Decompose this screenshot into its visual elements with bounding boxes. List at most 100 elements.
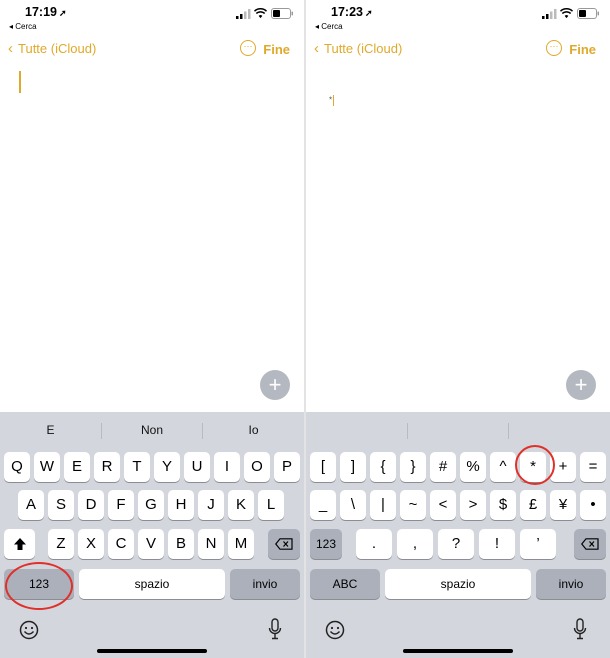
back-to-app-link[interactable]: ◂ Cerca bbox=[315, 22, 343, 31]
key[interactable]: V bbox=[138, 529, 164, 559]
key[interactable]: L bbox=[258, 490, 284, 520]
key[interactable]: * bbox=[520, 452, 546, 482]
space-key[interactable]: spazio bbox=[79, 569, 225, 599]
key[interactable]: ? bbox=[438, 529, 474, 559]
key[interactable]: X bbox=[78, 529, 104, 559]
key[interactable]: T bbox=[124, 452, 150, 482]
key[interactable]: + bbox=[550, 452, 576, 482]
done-button[interactable]: Fine bbox=[569, 42, 596, 57]
navigation-bar: ‹ Tutte (iCloud) ··· Fine bbox=[0, 36, 304, 62]
key[interactable]: ~ bbox=[400, 490, 426, 520]
navigation-bar: ‹ Tutte (iCloud) ··· Fine bbox=[306, 36, 610, 62]
key[interactable]: U bbox=[184, 452, 210, 482]
key[interactable]: O bbox=[244, 452, 270, 482]
letters-key[interactable]: ABC bbox=[310, 569, 380, 599]
numbers-mode-key[interactable]: 123 bbox=[310, 529, 342, 559]
key[interactable]: D bbox=[78, 490, 104, 520]
space-key[interactable]: spazio bbox=[385, 569, 531, 599]
key[interactable]: F bbox=[108, 490, 134, 520]
location-arrow-icon: ➚ bbox=[58, 8, 67, 18]
delete-key[interactable] bbox=[268, 529, 300, 559]
battery-icon bbox=[577, 8, 599, 19]
key[interactable]: ¥ bbox=[550, 490, 576, 520]
key[interactable]: % bbox=[460, 452, 486, 482]
key[interactable]: < bbox=[430, 490, 456, 520]
key[interactable]: H bbox=[168, 490, 194, 520]
key[interactable]: Y bbox=[154, 452, 180, 482]
return-key[interactable]: invio bbox=[230, 569, 300, 599]
key[interactable]: J bbox=[198, 490, 224, 520]
key[interactable]: G bbox=[138, 490, 164, 520]
key[interactable]: ^ bbox=[490, 452, 516, 482]
key[interactable]: [ bbox=[310, 452, 336, 482]
key[interactable]: Q bbox=[4, 452, 30, 482]
microphone-icon[interactable] bbox=[573, 618, 587, 640]
delete-key[interactable] bbox=[574, 529, 606, 559]
numbers-key[interactable]: 123 bbox=[4, 569, 74, 599]
done-button[interactable]: Fine bbox=[263, 42, 290, 57]
clock: 17:19 ➚ bbox=[25, 5, 67, 19]
key[interactable]: $ bbox=[490, 490, 516, 520]
microphone-icon[interactable] bbox=[268, 618, 282, 640]
plus-icon[interactable]: + bbox=[260, 370, 290, 400]
key[interactable]: • bbox=[580, 490, 606, 520]
ellipsis-circle-icon[interactable]: ··· bbox=[240, 40, 256, 56]
suggestion[interactable]: E bbox=[0, 423, 101, 437]
suggestion-divider bbox=[407, 423, 408, 439]
emoji-icon[interactable] bbox=[19, 620, 39, 640]
status-bar: 17:19 ➚ ◂ Cerca bbox=[0, 0, 304, 34]
shift-icon bbox=[13, 538, 26, 550]
home-indicator bbox=[97, 649, 207, 653]
ellipsis-circle-icon[interactable]: ··· bbox=[546, 40, 562, 56]
key[interactable]: R bbox=[94, 452, 120, 482]
key[interactable]: E bbox=[64, 452, 90, 482]
key[interactable]: £ bbox=[520, 490, 546, 520]
key[interactable]: , bbox=[397, 529, 433, 559]
key[interactable]: B bbox=[168, 529, 194, 559]
key[interactable]: ] bbox=[340, 452, 366, 482]
note-body-text[interactable]: * bbox=[329, 95, 335, 106]
key[interactable]: A bbox=[18, 490, 44, 520]
return-key[interactable]: invio bbox=[536, 569, 606, 599]
predictive-bar bbox=[306, 412, 610, 446]
key[interactable]: # bbox=[430, 452, 456, 482]
key[interactable]: N bbox=[198, 529, 224, 559]
key[interactable]: _ bbox=[310, 490, 336, 520]
suggestion[interactable]: Non bbox=[102, 423, 202, 437]
back-to-folders-button[interactable]: ‹ Tutte (iCloud) bbox=[314, 40, 402, 57]
status-bar: 17:23 ➚ ◂ Cerca bbox=[306, 0, 610, 34]
text-cursor bbox=[19, 71, 21, 93]
key[interactable]: W bbox=[34, 452, 60, 482]
key[interactable]: M bbox=[228, 529, 254, 559]
key[interactable]: K bbox=[228, 490, 254, 520]
key[interactable]: S bbox=[48, 490, 74, 520]
plus-icon[interactable]: + bbox=[566, 370, 596, 400]
key[interactable]: = bbox=[580, 452, 606, 482]
key[interactable]: \ bbox=[340, 490, 366, 520]
battery-icon bbox=[271, 8, 293, 19]
delete-icon bbox=[275, 538, 293, 550]
back-to-app-link[interactable]: ◂ Cerca bbox=[9, 22, 37, 31]
chevron-left-icon: ‹ bbox=[314, 40, 319, 57]
key[interactable]: P bbox=[274, 452, 300, 482]
key[interactable]: Z bbox=[48, 529, 74, 559]
clock: 17:23 ➚ bbox=[331, 5, 373, 19]
signal-icon bbox=[542, 9, 557, 19]
notes-screen-right: 17:23 ➚ ◂ Cerca ‹ Tutte (iCloud) ··· Fine … bbox=[306, 0, 610, 658]
shift-key[interactable] bbox=[4, 529, 35, 559]
key[interactable]: C bbox=[108, 529, 134, 559]
key[interactable]: . bbox=[356, 529, 392, 559]
key[interactable]: } bbox=[400, 452, 426, 482]
emoji-icon[interactable] bbox=[325, 620, 345, 640]
chevron-left-icon: ‹ bbox=[8, 40, 13, 57]
key[interactable]: | bbox=[370, 490, 396, 520]
key[interactable]: > bbox=[460, 490, 486, 520]
delete-icon bbox=[581, 538, 599, 550]
key[interactable]: ! bbox=[479, 529, 515, 559]
key[interactable]: ’ bbox=[520, 529, 556, 559]
back-to-folders-button[interactable]: ‹ Tutte (iCloud) bbox=[8, 40, 96, 57]
suggestion[interactable]: Io bbox=[203, 423, 304, 437]
key[interactable]: { bbox=[370, 452, 396, 482]
key[interactable]: I bbox=[214, 452, 240, 482]
wifi-icon bbox=[254, 8, 267, 19]
